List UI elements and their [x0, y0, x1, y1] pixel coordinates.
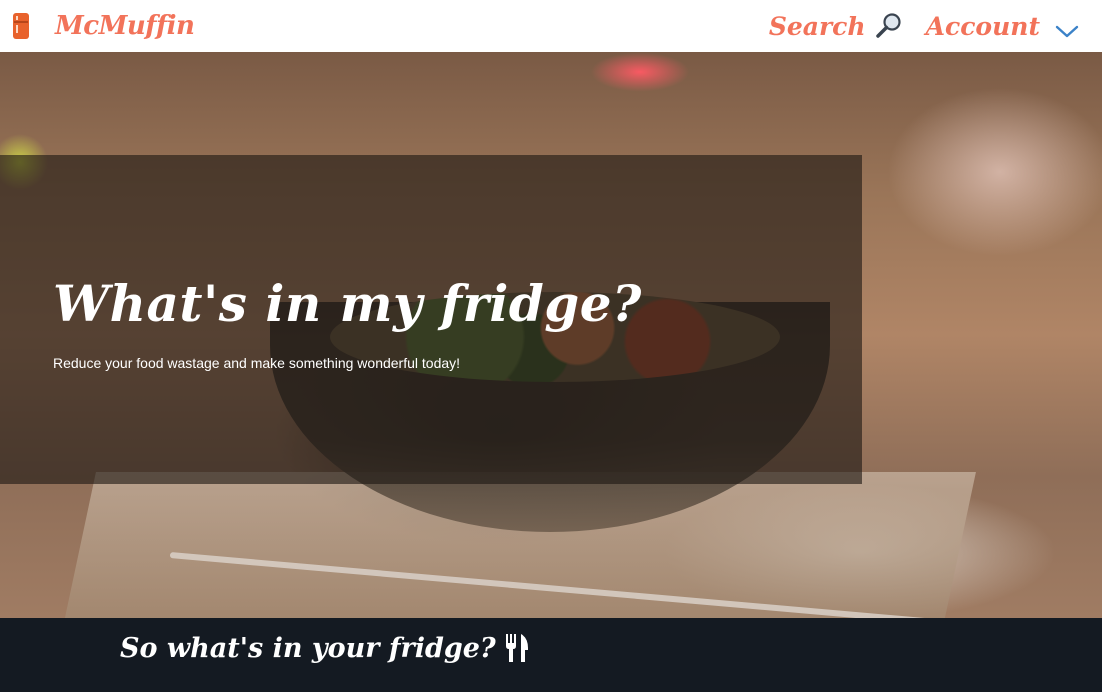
magnifier-icon — [874, 11, 904, 41]
hero-title: What's in my fridge? — [53, 274, 642, 333]
account-label: Account — [925, 11, 1040, 41]
brand-name: McMuffin — [55, 11, 195, 41]
hero-subtitle: Reduce your food wastage and make someth… — [53, 355, 461, 371]
cutlery-icon — [504, 632, 530, 664]
chevron-down-icon — [1054, 17, 1080, 38]
account-dropdown[interactable]: Account — [926, 12, 1080, 41]
top-navbar: McMuffin Search Account — [0, 0, 1102, 52]
section-heading-text: So what's in your fridge? — [120, 632, 496, 664]
search-link[interactable]: Search — [769, 11, 904, 41]
fridge-section: So what's in your fridge? — [0, 618, 1102, 692]
brand-link[interactable]: McMuffin — [13, 11, 195, 41]
hero-banner: What's in my fridge? Reduce your food wa… — [0, 52, 1102, 618]
nav-links: Search Account — [769, 11, 1102, 41]
search-label: Search — [768, 11, 866, 41]
section-heading: So what's in your fridge? — [120, 632, 530, 664]
fridge-icon — [13, 13, 29, 39]
